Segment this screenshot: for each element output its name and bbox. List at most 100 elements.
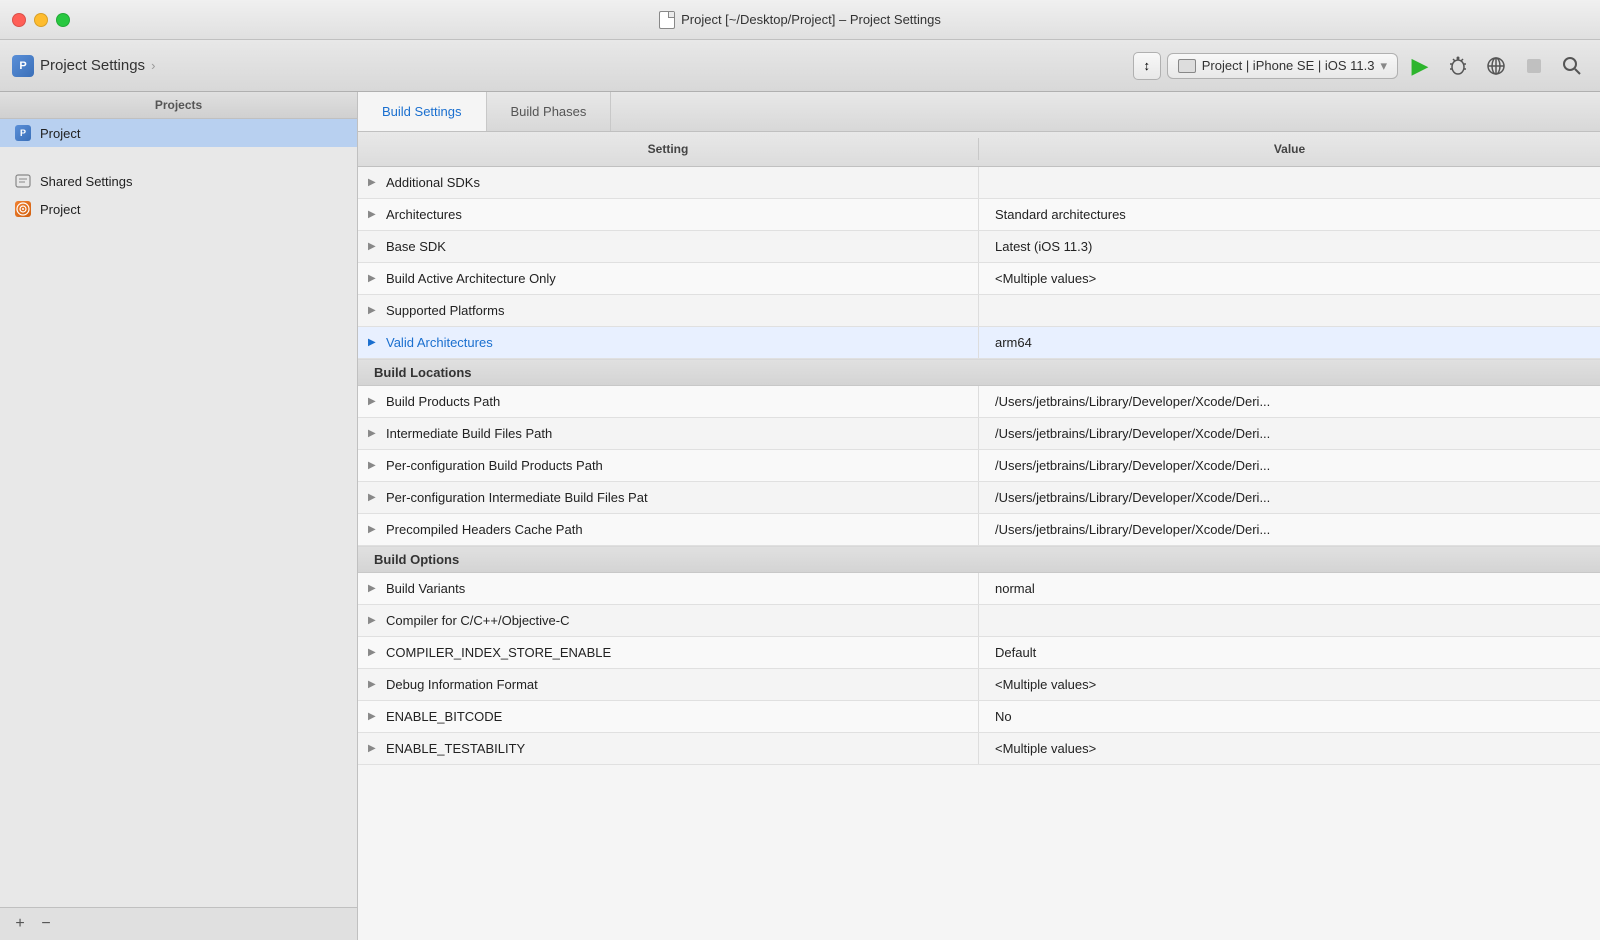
window-title-text: Project [~/Desktop/Project] – Project Se… — [681, 12, 941, 27]
environment-icon — [1485, 55, 1507, 77]
setting-value: Default — [979, 637, 1600, 668]
sidebar-item-target-project[interactable]: Project — [0, 195, 357, 223]
section-header-build-options: Build Options — [358, 546, 1600, 573]
stop-icon — [1527, 59, 1541, 73]
setting-name-text: ENABLE_TESTABILITY — [386, 741, 525, 756]
expand-arrow-icon: ▶ — [368, 711, 376, 722]
expand-arrow-icon: ▶ — [368, 337, 376, 348]
setting-name: ▶ ENABLE_BITCODE — [358, 701, 979, 732]
environment-button[interactable] — [1480, 50, 1512, 82]
expand-arrow-icon: ▶ — [368, 305, 376, 316]
sidebar-spacer — [0, 147, 357, 167]
maximize-button[interactable] — [56, 13, 70, 27]
expand-arrow-icon: ▶ — [368, 273, 376, 284]
table-row[interactable]: ▶ Debug Information Format <Multiple val… — [358, 669, 1600, 701]
table-row[interactable]: ▶ Supported Platforms — [358, 295, 1600, 327]
doc-icon — [659, 11, 675, 29]
expand-arrow-icon: ▶ — [368, 396, 376, 407]
sidebar-header-label: Projects — [155, 98, 202, 112]
setting-value: <Multiple values> — [979, 263, 1600, 294]
setting-value: /Users/jetbrains/Library/Developer/Xcode… — [979, 418, 1600, 449]
toolbar-right: ↕︎ Project | iPhone SE | iOS 11.3 ▾ ▶ — [1133, 50, 1588, 82]
close-button[interactable] — [12, 13, 26, 27]
setting-name-text: Build Active Architecture Only — [386, 271, 556, 286]
setting-value — [979, 605, 1600, 636]
expand-arrow-icon: ▶ — [368, 583, 376, 594]
table-row[interactable]: ▶ Base SDK Latest (iOS 11.3) — [358, 231, 1600, 263]
sort-icon: ↕︎ — [1144, 58, 1151, 73]
table-row[interactable]: ▶ ENABLE_TESTABILITY <Multiple values> — [358, 733, 1600, 765]
setting-value: /Users/jetbrains/Library/Developer/Xcode… — [979, 482, 1600, 513]
setting-value: No — [979, 701, 1600, 732]
setting-name: ▶ Build Variants — [358, 573, 979, 604]
setting-value: Latest (iOS 11.3) — [979, 231, 1600, 262]
tab-build-phases[interactable]: Build Phases — [487, 92, 612, 131]
table-row[interactable]: ▶ Compiler for C/C++/Objective-C — [358, 605, 1600, 637]
setting-name: ▶ Precompiled Headers Cache Path — [358, 514, 979, 545]
search-icon — [1562, 56, 1582, 76]
sidebar-shared-settings-label: Shared Settings — [40, 174, 133, 189]
table-row[interactable]: ▶ Build Products Path /Users/jetbrains/L… — [358, 386, 1600, 418]
expand-arrow-icon: ▶ — [368, 492, 376, 503]
expand-arrow-icon: ▶ — [368, 460, 376, 471]
remove-button[interactable]: − — [36, 914, 56, 934]
debug-button[interactable] — [1442, 50, 1474, 82]
table-row[interactable]: ▶ Build Variants normal — [358, 573, 1600, 605]
setting-value: /Users/jetbrains/Library/Developer/Xcode… — [979, 450, 1600, 481]
search-button[interactable] — [1556, 50, 1588, 82]
breadcrumb-chevron-icon: › — [151, 58, 155, 73]
setting-name: ▶ Compiler for C/C++/Objective-C — [358, 605, 979, 636]
sidebar-target-project-label: Project — [40, 202, 80, 217]
setting-value: /Users/jetbrains/Library/Developer/Xcode… — [979, 514, 1600, 545]
setting-name: ▶ ENABLE_TESTABILITY — [358, 733, 979, 764]
setting-name-text: COMPILER_INDEX_STORE_ENABLE — [386, 645, 611, 660]
table-row[interactable]: ▶ Architectures Standard architectures — [358, 199, 1600, 231]
setting-name: ▶ Debug Information Format — [358, 669, 979, 700]
expand-arrow-icon: ▶ — [368, 524, 376, 535]
setting-value: <Multiple values> — [979, 733, 1600, 764]
scheme-selector[interactable]: Project | iPhone SE | iOS 11.3 ▾ — [1167, 53, 1398, 79]
minimize-button[interactable] — [34, 13, 48, 27]
table-row[interactable]: ▶ Precompiled Headers Cache Path /Users/… — [358, 514, 1600, 546]
expand-arrow-icon: ▶ — [368, 241, 376, 252]
stop-button[interactable] — [1518, 50, 1550, 82]
setting-name-text: Compiler for C/C++/Objective-C — [386, 613, 570, 628]
toolbar: P Project Settings › ↕︎ Project | iPhone… — [0, 40, 1600, 92]
setting-name-text: Build Variants — [386, 581, 465, 596]
table-row[interactable]: ▶ Per-configuration Intermediate Build F… — [358, 482, 1600, 514]
tabs-bar: Build Settings Build Phases — [358, 92, 1600, 132]
setting-name: ▶ Intermediate Build Files Path — [358, 418, 979, 449]
tab-build-settings[interactable]: Build Settings — [358, 92, 487, 131]
table-row[interactable]: ▶ Build Active Architecture Only <Multip… — [358, 263, 1600, 295]
section-header-build-locations: Build Locations — [358, 359, 1600, 386]
right-panel: Build Settings Build Phases Setting Valu… — [358, 92, 1600, 940]
expand-arrow-icon: ▶ — [368, 743, 376, 754]
tab-build-phases-label: Build Phases — [511, 104, 587, 119]
expand-arrow-icon: ▶ — [368, 209, 376, 220]
expand-arrow-icon: ▶ — [368, 679, 376, 690]
table-row[interactable]: ▶ ENABLE_BITCODE No — [358, 701, 1600, 733]
setting-name-text: Build Products Path — [386, 394, 500, 409]
setting-value — [979, 295, 1600, 326]
table-row[interactable]: ▶ COMPILER_INDEX_STORE_ENABLE Default — [358, 637, 1600, 669]
table-row[interactable]: ▶ Intermediate Build Files Path /Users/j… — [358, 418, 1600, 450]
run-button[interactable]: ▶ — [1404, 50, 1436, 82]
setting-name: ▶ Additional SDKs — [358, 167, 979, 198]
setting-value: Standard architectures — [979, 199, 1600, 230]
sort-button[interactable]: ↕︎ — [1133, 52, 1161, 80]
add-button[interactable]: + — [10, 914, 30, 934]
setting-name: ▶ Valid Architectures — [358, 327, 979, 358]
table-row[interactable]: ▶ Additional SDKs — [358, 167, 1600, 199]
setting-name: ▶ Base SDK — [358, 231, 979, 262]
table-row[interactable]: ▶ Per-configuration Build Products Path … — [358, 450, 1600, 482]
expand-arrow-icon: ▶ — [368, 428, 376, 439]
sidebar-item-shared-settings[interactable]: Shared Settings — [0, 167, 357, 195]
setting-value: <Multiple values> — [979, 669, 1600, 700]
sidebar-item-project[interactable]: P Project — [0, 119, 357, 147]
expand-arrow-icon: ▶ — [368, 647, 376, 658]
scheme-chevron-icon: ▾ — [1380, 58, 1387, 74]
table-row[interactable]: ▶ Valid Architectures arm64 — [358, 327, 1600, 359]
title-bar: Project [~/Desktop/Project] – Project Se… — [0, 0, 1600, 40]
setting-name-text: Base SDK — [386, 239, 446, 254]
setting-name: ▶ Build Products Path — [358, 386, 979, 417]
